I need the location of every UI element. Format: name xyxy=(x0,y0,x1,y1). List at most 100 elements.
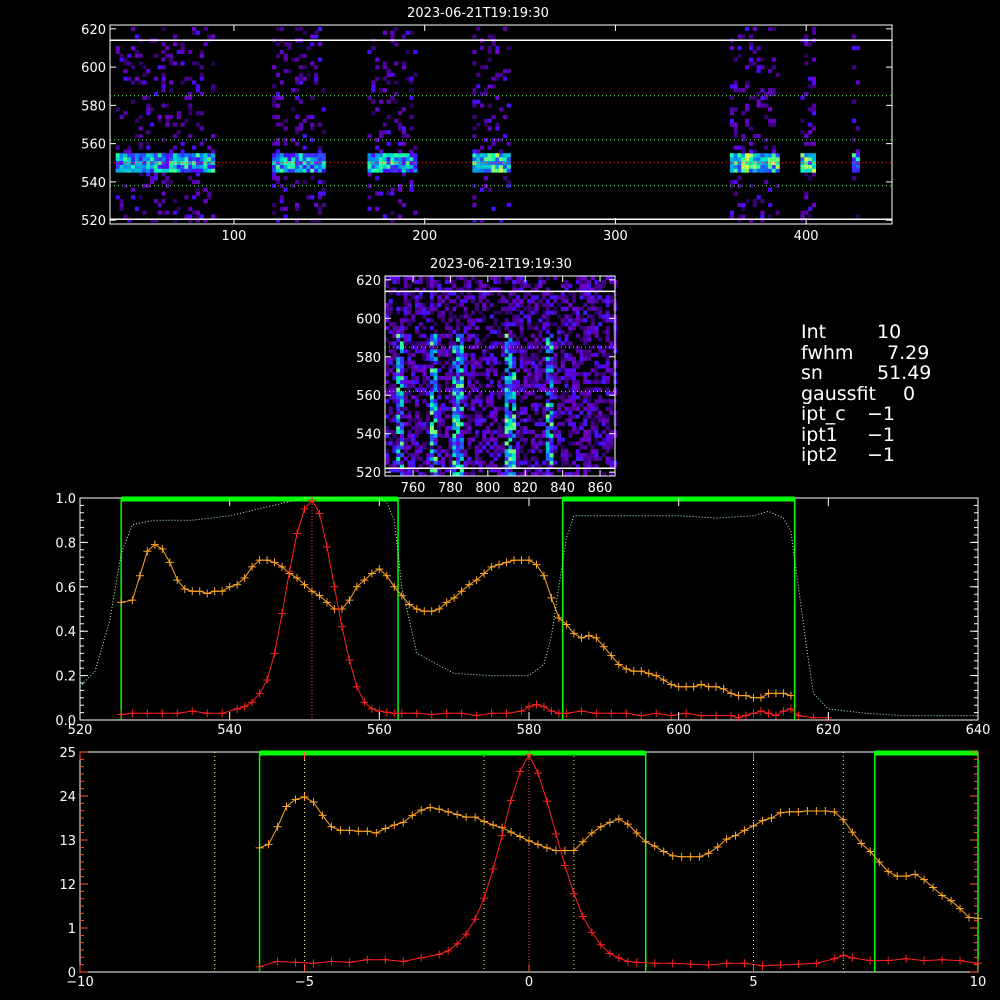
image-pixel xyxy=(482,318,487,323)
image-pixel xyxy=(192,157,197,162)
image-pixel xyxy=(382,214,387,219)
image-pixel xyxy=(409,88,414,93)
image-pixel xyxy=(385,356,390,361)
image-pixel xyxy=(560,322,565,327)
image-pixel xyxy=(437,449,442,454)
image-pixel xyxy=(504,410,509,415)
image-pixel xyxy=(411,418,416,423)
image-pixel xyxy=(504,414,509,419)
image-pixel xyxy=(545,337,550,342)
image-pixel xyxy=(538,276,543,281)
image-pixel xyxy=(291,107,296,112)
image-pixel xyxy=(150,168,155,173)
image-pixel xyxy=(476,84,481,89)
image-pixel xyxy=(407,310,412,315)
image-pixel xyxy=(115,107,120,112)
image-pixel xyxy=(519,433,524,438)
image-pixel xyxy=(748,46,754,51)
image-pixel xyxy=(138,172,143,177)
image-pixel xyxy=(748,160,754,165)
image-pixel xyxy=(586,406,591,411)
image-pixel xyxy=(594,279,599,284)
image-pixel xyxy=(433,379,438,384)
image-pixel xyxy=(413,168,418,173)
image-pixel xyxy=(594,326,599,331)
image-pixel xyxy=(414,306,419,311)
y-tick-label: 600 xyxy=(356,312,381,327)
image-pixel xyxy=(310,95,315,100)
image-pixel xyxy=(398,153,403,158)
image-pixel xyxy=(768,164,773,169)
image-pixel xyxy=(138,61,143,66)
image-pixel xyxy=(375,65,380,70)
image-pixel xyxy=(414,426,419,431)
image-pixel xyxy=(594,360,599,365)
image-pixel xyxy=(487,34,492,39)
image-pixel xyxy=(601,314,606,319)
image-pixel xyxy=(452,372,457,377)
data-point xyxy=(794,807,803,816)
image-pixel xyxy=(452,414,457,419)
image-pixel xyxy=(851,164,857,169)
image-pixel xyxy=(413,145,418,150)
image-pixel xyxy=(150,164,155,169)
image-pixel xyxy=(527,322,532,327)
image-pixel xyxy=(508,379,513,384)
image-pixel xyxy=(398,214,403,219)
data-point xyxy=(412,605,421,613)
image-pixel xyxy=(553,429,558,434)
image-pixel xyxy=(538,341,543,346)
image-pixel xyxy=(474,414,479,419)
data-point xyxy=(309,798,318,807)
image-pixel xyxy=(414,326,419,331)
image-pixel xyxy=(426,364,431,369)
image-pixel xyxy=(448,452,453,458)
image-pixel xyxy=(601,418,606,423)
image-pixel xyxy=(545,306,550,311)
image-pixel xyxy=(756,168,761,173)
image-pixel xyxy=(321,179,326,185)
image-pixel xyxy=(575,449,580,454)
image-pixel xyxy=(851,176,857,181)
image-pixel xyxy=(127,149,132,154)
image-pixel xyxy=(478,414,483,419)
image-pixel xyxy=(523,295,528,300)
image-pixel xyxy=(553,310,558,315)
image-pixel xyxy=(394,42,399,47)
image-pixel xyxy=(542,383,547,388)
image-pixel xyxy=(752,157,757,162)
image-pixel xyxy=(392,429,397,434)
image-pixel xyxy=(407,364,412,369)
image-pixel xyxy=(176,168,181,173)
image-pixel xyxy=(478,360,483,365)
image-pixel xyxy=(199,53,204,58)
image-pixel xyxy=(523,376,528,381)
image-pixel xyxy=(444,376,449,381)
image-pixel xyxy=(405,30,410,35)
image-pixel xyxy=(295,95,300,100)
image-pixel xyxy=(272,168,277,173)
image-pixel xyxy=(519,364,524,369)
image-pixel xyxy=(302,53,307,58)
image-pixel xyxy=(188,176,193,181)
image-pixel xyxy=(314,168,319,173)
image-pixel xyxy=(568,395,573,400)
image-pixel xyxy=(571,379,577,384)
image-pixel xyxy=(508,356,513,361)
image-pixel xyxy=(448,441,453,446)
image-pixel xyxy=(489,410,494,415)
image-pixel xyxy=(437,402,442,408)
image-pixel xyxy=(489,341,494,346)
image-pixel xyxy=(371,84,376,89)
image-pixel xyxy=(119,53,124,58)
image-pixel xyxy=(403,314,408,319)
image-pixel xyxy=(598,310,603,315)
image-pixel xyxy=(127,145,132,150)
image-pixel xyxy=(176,153,181,158)
image-pixel xyxy=(508,460,513,465)
image-pixel xyxy=(487,46,492,51)
image-pixel xyxy=(418,383,423,388)
image-pixel xyxy=(199,168,204,173)
image-pixel xyxy=(314,30,319,35)
image-pixel xyxy=(378,99,384,104)
